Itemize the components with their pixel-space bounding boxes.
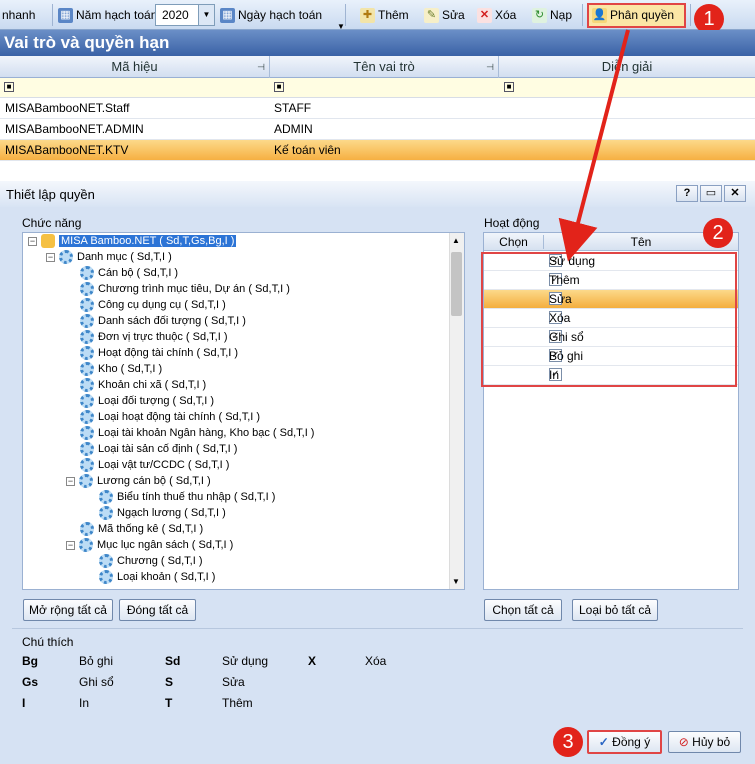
annotation-arrow xyxy=(558,29,630,262)
